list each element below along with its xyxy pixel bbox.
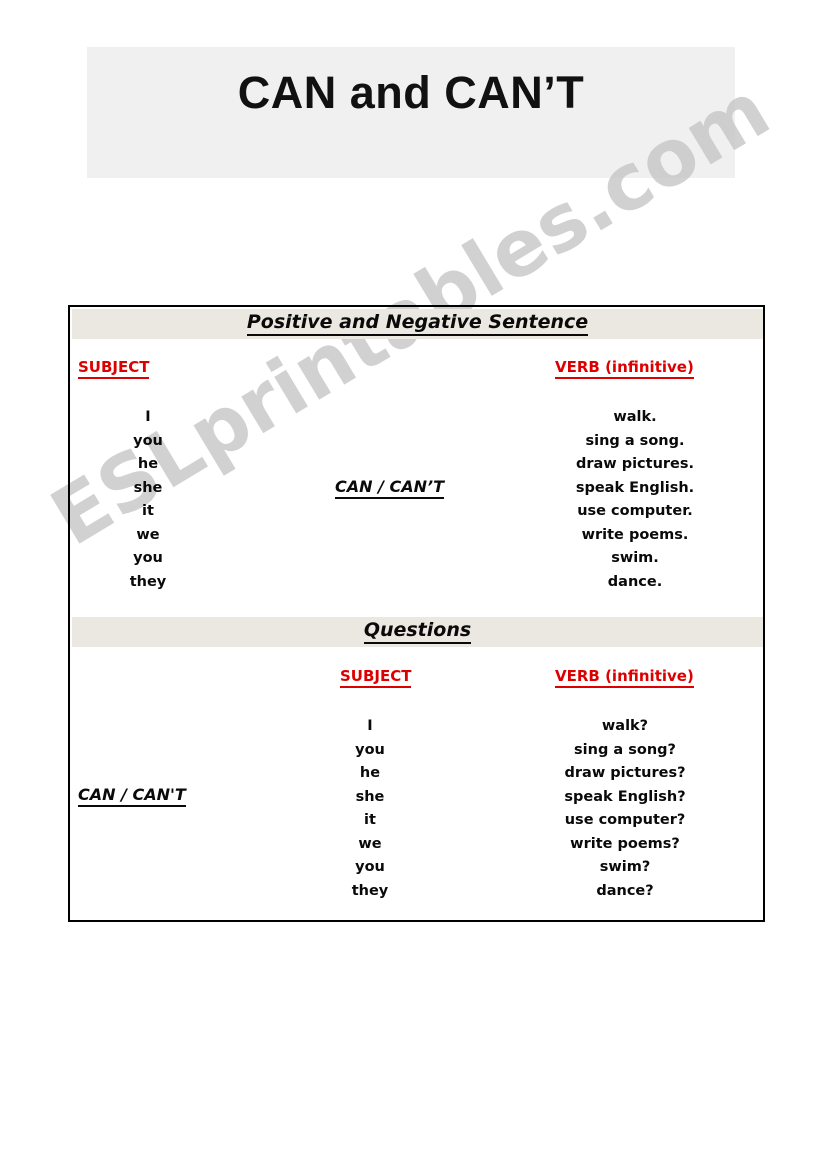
column-header-subject-questions: SUBJECT: [340, 667, 412, 688]
list-item: she: [355, 788, 385, 805]
list-item: I: [367, 718, 373, 734]
list-item: write poems.: [581, 526, 689, 543]
column-header-verb-questions: VERB (infinitive): [555, 667, 694, 688]
column-header-verb-positive: VERB (infinitive): [555, 358, 694, 379]
section-title-questions-label: Questions: [363, 619, 472, 644]
subject-list-questions: I you he she it we you they: [300, 715, 440, 903]
verb-list-positive: walk. sing a song. draw pictures. speak …: [520, 406, 750, 594]
list-item: write poems?: [570, 835, 680, 852]
list-item: speak English.: [575, 479, 695, 496]
verb-list-questions: walk? sing a song? draw pictures? speak …: [510, 715, 740, 903]
list-item: draw pictures?: [564, 765, 686, 781]
list-item: he: [137, 456, 159, 472]
list-item: use computer.: [577, 503, 693, 519]
column-header-verb-positive-main: VERB: [555, 358, 600, 376]
list-item: swim?: [599, 859, 651, 875]
list-item: use computer?: [564, 812, 686, 828]
list-item: we: [136, 526, 160, 543]
list-item: we: [358, 835, 382, 852]
column-header-subject-questions-label: SUBJECT: [340, 667, 412, 685]
column-header-verb-positive-paren: (infinitive): [605, 358, 694, 376]
section-band-positive: Positive and Negative Sentence: [72, 309, 763, 339]
list-item: they: [351, 882, 389, 899]
grammar-table: Positive and Negative Sentence SUBJECT V…: [68, 305, 765, 922]
section-band-questions: Questions: [72, 617, 763, 647]
list-item: I: [145, 409, 151, 425]
section-title-positive: Positive and Negative Sentence: [72, 311, 763, 336]
list-item: it: [142, 503, 154, 519]
list-item: you: [133, 432, 163, 449]
modal-label-positive: CAN / CAN’T: [335, 477, 445, 499]
modal-label-questions: CAN / CAN'T: [78, 785, 186, 807]
list-item: walk.: [613, 409, 657, 425]
list-item: you: [355, 859, 385, 875]
list-item: sing a song?: [574, 741, 676, 758]
column-header-verb-questions-main: VERB: [555, 667, 600, 685]
list-item: dance.: [607, 573, 663, 590]
section-title-positive-label: Positive and Negative Sentence: [246, 311, 589, 336]
list-item: walk?: [601, 718, 649, 734]
subject-list-positive: I you he she it we you they: [78, 406, 218, 594]
list-item: she: [133, 479, 163, 496]
list-item: you: [133, 550, 163, 566]
section-title-questions: Questions: [72, 619, 763, 644]
column-header-subject-positive: SUBJECT: [78, 358, 150, 379]
list-item: speak English?: [564, 788, 686, 805]
list-item: sing a song.: [585, 432, 685, 449]
title-banner: CAN and CAN’T: [87, 47, 735, 178]
list-item: they: [129, 573, 167, 590]
list-item: swim.: [611, 550, 659, 566]
list-item: it: [364, 812, 376, 828]
list-item: you: [355, 741, 385, 758]
column-header-subject-positive-label: SUBJECT: [78, 358, 150, 376]
list-item: draw pictures.: [575, 456, 695, 472]
list-item: dance?: [596, 882, 654, 899]
page-title: CAN and CAN’T: [237, 67, 585, 118]
list-item: he: [359, 765, 381, 781]
column-header-verb-questions-paren: (infinitive): [605, 667, 694, 685]
